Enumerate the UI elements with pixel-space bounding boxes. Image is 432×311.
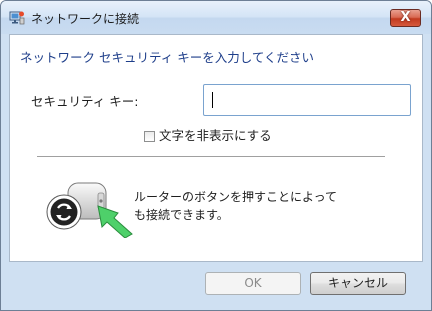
close-icon: X [400,10,411,25]
router-text-line-2: も接続できます。 [134,208,229,222]
separator [37,156,385,157]
cancel-button[interactable]: キャンセル [310,272,406,295]
router-text-line-1: ルーターのボタンを押すことによって [134,190,338,204]
hide-chars-checkbox[interactable] [144,131,155,142]
security-key-label: セキュリティ キー: [31,94,139,109]
title-bar[interactable]: ネットワークに接続 X [1,1,431,34]
connect-network-dialog: ネットワークに接続 X ネットワーク セキュリティ キーを入力してください セキ… [0,0,432,311]
dialog-content: ネットワーク セキュリティ キーを入力してください セキュリティ キー: 文字を… [9,34,423,262]
router-instruction: ルーターのボタンを押すことによって も接続できます。 [134,188,364,224]
close-button[interactable]: X [390,9,421,27]
network-icon [9,11,25,25]
instruction-heading: ネットワーク セキュリティ キーを入力してください [20,50,314,65]
hide-chars-label: 文字を非表示にする [159,128,272,143]
router-push-button-icon [46,182,133,238]
ok-button[interactable]: OK [205,272,301,295]
text-caret [212,92,213,108]
hide-chars-option[interactable]: 文字を非表示にする [144,125,272,144]
window-title: ネットワークに接続 [31,12,140,26]
security-key-input[interactable] [203,84,411,116]
